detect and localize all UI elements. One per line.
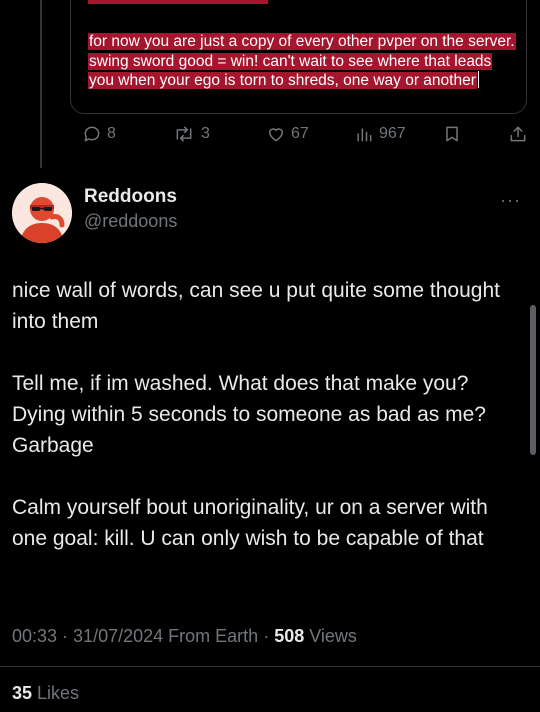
avatar-figure [12, 183, 72, 243]
views-number: 508 [274, 626, 305, 646]
post-paragraph: nice wall of words, can see u put quite … [12, 279, 500, 333]
text-cursor [477, 71, 479, 88]
quoted-post-text: for now you are just a copy of every oth… [88, 33, 516, 89]
like-button[interactable]: 67 [266, 124, 309, 144]
post-time[interactable]: 00:33 [12, 626, 57, 646]
share-icon [510, 126, 526, 142]
views-button[interactable]: 967 [354, 124, 406, 144]
post-date[interactable]: 31/07/2024 [73, 626, 163, 646]
post-text: nice wall of words, can see u put quite … [12, 275, 522, 585]
views-label: Views [304, 626, 357, 646]
avatar[interactable] [12, 183, 72, 243]
post-paragraph: Tell me, if im washed. What does that ma… [12, 372, 486, 457]
heart-icon [269, 128, 283, 142]
views-count: 967 [379, 125, 406, 142]
analytics-icon [357, 128, 372, 142]
repost-icon [176, 126, 192, 142]
likes-number: 35 [12, 683, 33, 703]
meta-separator: · [258, 626, 275, 646]
likes-label: Likes [32, 683, 80, 703]
author-name[interactable]: Reddoons [84, 186, 177, 208]
highlight-fragment [88, 0, 268, 4]
bookmark-icon [446, 126, 458, 142]
like-count: 67 [291, 125, 309, 142]
meta-separator: · [57, 626, 74, 646]
repost-button[interactable]: 3 [172, 124, 210, 144]
post-paragraph: Calm yourself bout unoriginality, ur on … [12, 496, 488, 550]
reply-icon [84, 126, 100, 142]
thread-line [40, 0, 42, 168]
likes-summary[interactable]: 35 Likes [12, 683, 79, 704]
quoted-post-text-block: for now you are just a copy of every oth… [88, 32, 518, 91]
author-handle[interactable]: @reddoons [84, 211, 177, 232]
share-button[interactable] [508, 124, 528, 144]
scrollbar[interactable] [530, 305, 536, 455]
post-metadata: 00:33 · 31/07/2024 From Earth · 508 View… [12, 626, 357, 647]
repost-count: 3 [201, 125, 210, 142]
reply-count: 8 [107, 125, 116, 142]
divider [0, 666, 540, 667]
action-bar: 8 3 67 967 [82, 124, 532, 152]
bookmark-button[interactable] [442, 124, 462, 144]
post-location: From Earth [168, 626, 259, 646]
reply-button[interactable]: 8 [82, 124, 116, 144]
more-options-icon[interactable]: ··· [500, 190, 521, 211]
